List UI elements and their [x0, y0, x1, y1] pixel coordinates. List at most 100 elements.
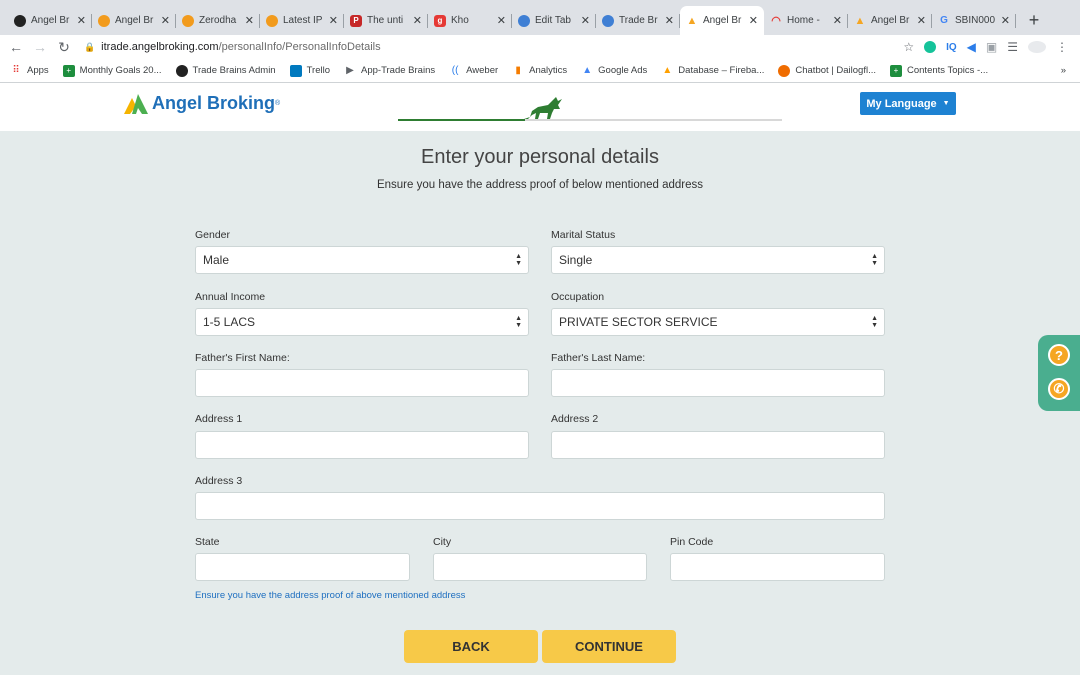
occupation-select[interactable]: PRIVATE SECTOR SERVICE ▲ ▼ — [551, 308, 885, 336]
bull-icon — [524, 97, 562, 119]
brand-logo[interactable]: Angel Broking ® — [124, 93, 280, 114]
sheets-icon: + — [890, 64, 902, 77]
pinterest-icon: P — [350, 14, 362, 27]
state-input[interactable] — [195, 553, 410, 581]
continue-button[interactable]: CONTINUE — [542, 630, 676, 663]
occupation-label: Occupation — [551, 291, 605, 303]
browser-tab[interactable]: Zerodha ✕ — [176, 6, 260, 35]
close-icon[interactable]: ✕ — [833, 14, 842, 27]
city-label: City — [433, 536, 452, 548]
help-question-icon[interactable]: ? — [1048, 344, 1070, 366]
city-input[interactable] — [433, 553, 647, 581]
phone-icon[interactable]: ✆ — [1048, 378, 1070, 400]
close-icon[interactable]: ✕ — [581, 14, 590, 27]
annual-income-select[interactable]: 1-5 LACS ▲ ▼ — [195, 308, 529, 336]
reload-icon[interactable]: ↻ — [52, 39, 76, 56]
address1-label: Address 1 — [195, 413, 243, 425]
back-arrow-icon[interactable]: ← — [4, 39, 28, 55]
user-icon — [518, 14, 530, 27]
grammarly-icon[interactable] — [924, 41, 937, 53]
bookmark-item[interactable]: Trade Brains Admin — [175, 64, 276, 77]
bookmark-item[interactable]: Trello — [289, 64, 330, 77]
address2-input[interactable] — [551, 431, 885, 459]
father-first-name-input[interactable] — [195, 369, 529, 397]
back-button[interactable]: BACK — [404, 630, 538, 663]
address3-input[interactable] — [195, 492, 885, 520]
browser-tab[interactable]: ◠ Home - ✕ — [764, 6, 848, 35]
star-icon[interactable]: ☆ — [903, 40, 914, 54]
bookmark-item[interactable]: Chatbot | Dailogfl... — [778, 64, 876, 77]
progress-track — [398, 119, 782, 121]
bookmark-item[interactable]: ▲ Google Ads — [581, 65, 647, 77]
site-header: Angel Broking ® My Language ▼ — [0, 83, 1080, 131]
analytics-icon: ▮ — [515, 65, 521, 76]
bookmarks-overflow-icon[interactable]: » — [1061, 65, 1066, 76]
close-icon[interactable]: ✕ — [329, 14, 338, 27]
browser-toolbar: ← → ↻ 🔒 itrade.angelbroking.com/personal… — [0, 35, 1080, 59]
browser-tab[interactable]: Edit Tab ✕ — [512, 6, 596, 35]
address3-label: Address 3 — [195, 475, 243, 487]
close-icon[interactable]: ✕ — [749, 14, 758, 27]
browser-tab[interactable]: P The unti ✕ — [344, 6, 428, 35]
browser-tab[interactable]: Trade Br ✕ — [596, 6, 680, 35]
my-language-button[interactable]: My Language ▼ — [860, 92, 956, 115]
bookmark-item[interactable]: ((Aweber — [449, 65, 498, 77]
select-arrows-icon: ▲ ▼ — [515, 253, 522, 267]
address-proof-note: Ensure you have the address proof of abo… — [195, 590, 466, 601]
browser-tab[interactable]: ▲ Angel Br ✕ — [848, 6, 932, 35]
browser-tab-active[interactable]: ▲ Angel Br ✕ — [680, 6, 764, 35]
close-icon[interactable]: ✕ — [245, 14, 254, 27]
pin-code-label: Pin Code — [670, 536, 714, 548]
gender-select[interactable]: Male ▲ ▼ — [195, 246, 529, 274]
browser-tab[interactable]: Latest IP ✕ — [260, 6, 344, 35]
iq-icon[interactable]: IQ — [946, 42, 957, 53]
close-icon[interactable]: ✕ — [413, 14, 422, 27]
address2-label: Address 2 — [551, 413, 599, 425]
bookmark-item[interactable]: + Monthly Goals 20... — [62, 64, 162, 77]
extensions-area: ☆ IQ ◀ ▣ ☰ ⋮ — [903, 40, 1080, 54]
reading-list-icon[interactable]: ☰ — [1007, 40, 1018, 54]
close-icon[interactable]: ✕ — [1001, 14, 1010, 27]
close-icon[interactable]: ✕ — [161, 14, 170, 27]
new-tab-button[interactable]: + — [1022, 8, 1046, 32]
page-subtitle: Ensure you have the address proof of bel… — [376, 179, 704, 191]
address1-input[interactable] — [195, 431, 529, 459]
bookmark-item[interactable]: ▲ Database – Fireba... — [661, 65, 764, 77]
pin-code-input[interactable] — [670, 553, 885, 581]
extension-icon[interactable]: ▣ — [986, 40, 997, 54]
menu-icon[interactable]: ⋮ — [1056, 40, 1068, 54]
bookmark-item[interactable]: ▶ App-Trade Brains — [344, 65, 435, 77]
browser-tab[interactable]: Angel Br ✕ — [92, 6, 176, 35]
g-icon: g — [434, 14, 446, 27]
address-bar[interactable]: 🔒 itrade.angelbroking.com/personalInfo/P… — [83, 37, 904, 57]
orange-circle-icon — [182, 14, 194, 27]
bookmark-item[interactable]: ▮ Analytics — [512, 65, 567, 77]
marital-status-label: Marital Status — [551, 229, 616, 241]
user-icon — [602, 14, 614, 27]
close-icon[interactable]: ✕ — [497, 14, 506, 27]
bookmark-apps[interactable]: ⠿ Apps — [10, 65, 48, 77]
send-icon[interactable]: ◀ — [967, 40, 976, 54]
progress-fill — [398, 119, 525, 121]
select-arrows-icon: ▲ ▼ — [515, 315, 522, 329]
close-icon[interactable]: ✕ — [77, 14, 86, 27]
angel-icon: ▲ — [854, 14, 866, 27]
browser-tab[interactable]: Angel Br ✕ — [8, 6, 92, 35]
browser-tab[interactable]: g Kho ✕ — [428, 6, 512, 35]
browser-tab[interactable]: G SBIN000 ✕ — [932, 6, 1016, 35]
github-icon — [175, 64, 188, 77]
gender-label: Gender — [195, 229, 231, 241]
forward-arrow-icon[interactable]: → — [28, 39, 52, 55]
bookmark-item[interactable]: + Contents Topics -... — [890, 64, 988, 77]
registered-mark-icon: ® — [275, 100, 281, 107]
father-last-name-input[interactable] — [551, 369, 885, 397]
marital-status-select[interactable]: Single ▲ ▼ — [551, 246, 885, 274]
close-icon[interactable]: ✕ — [665, 14, 674, 27]
wifi-icon: ◠ — [771, 15, 781, 27]
url-path: /personalInfo/PersonalInfoDetails — [218, 41, 381, 53]
profile-avatar-icon[interactable] — [1028, 41, 1046, 53]
lock-icon: 🔒 — [83, 41, 96, 52]
father-last-name-label: Father's Last Name: — [551, 352, 646, 364]
page-title: Enter your personal details — [421, 146, 659, 168]
close-icon[interactable]: ✕ — [917, 14, 926, 27]
